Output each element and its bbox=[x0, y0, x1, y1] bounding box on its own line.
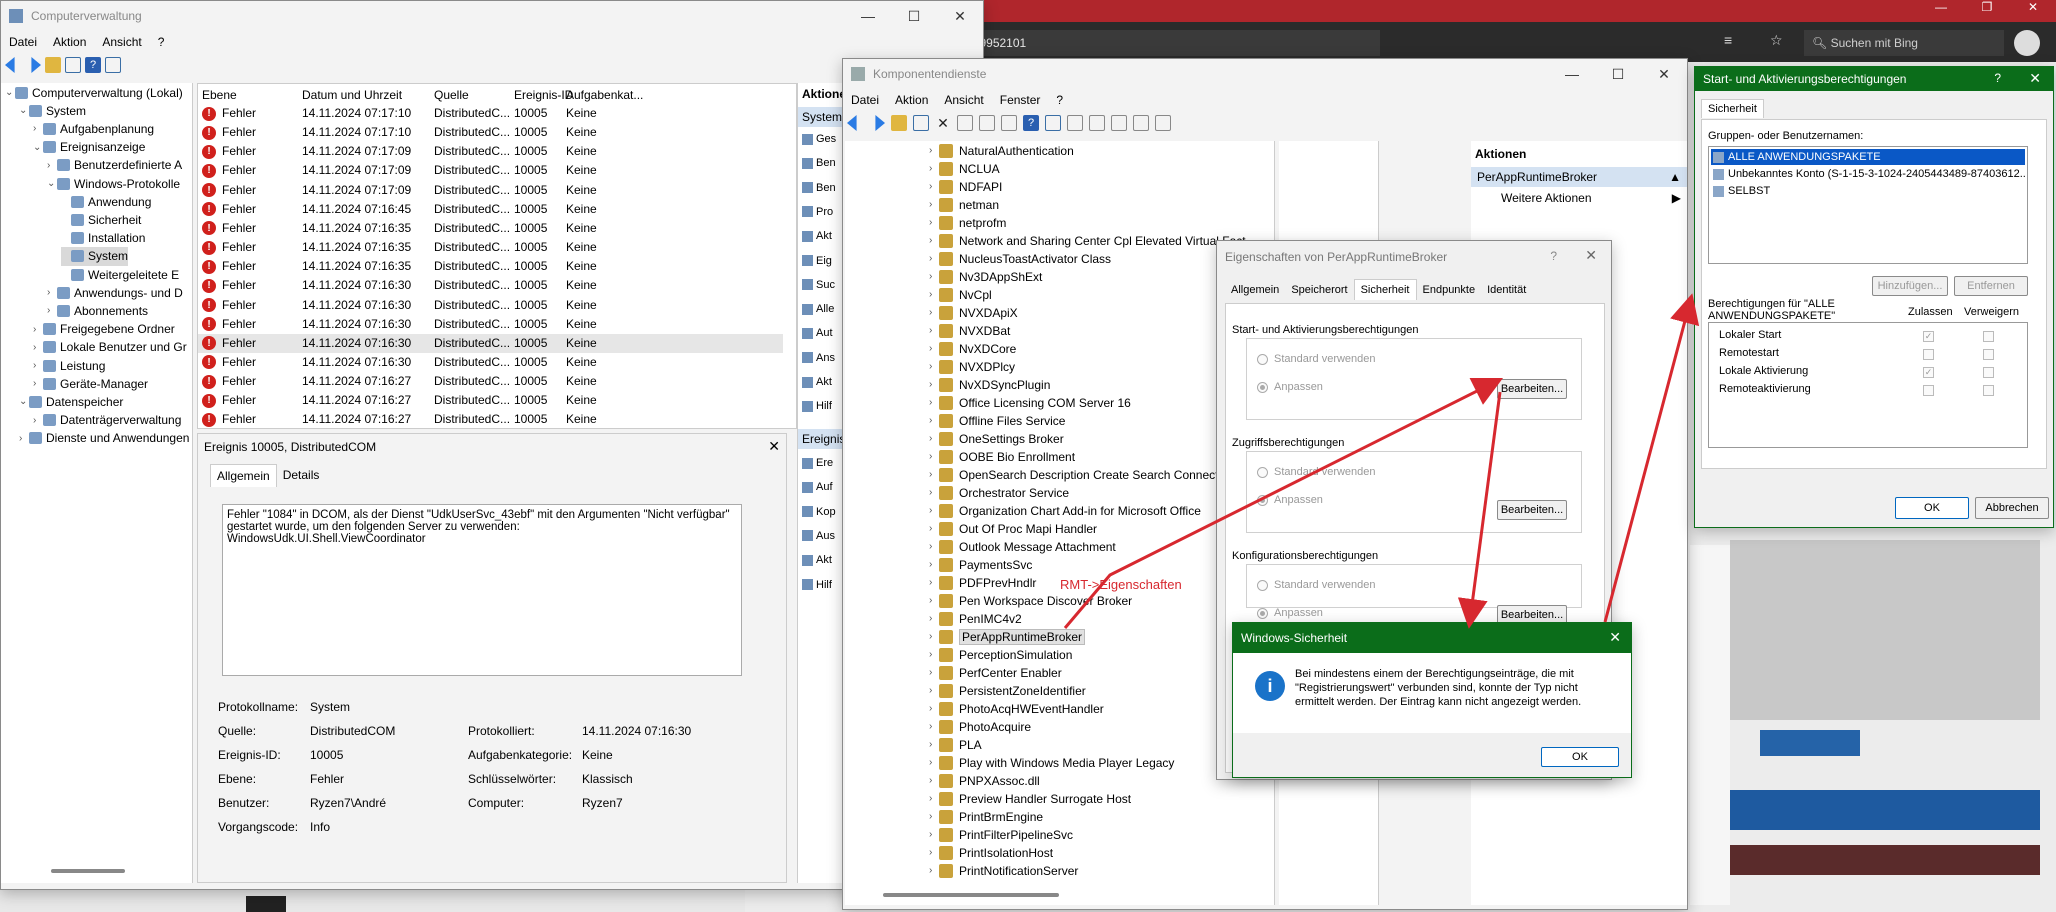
arrow-to-permissions bbox=[1603, 293, 1700, 623]
arrow-to-security bbox=[1457, 391, 1502, 629]
annotation-arrows: RMT->Eigenschaften bbox=[1060, 293, 1700, 629]
annotation-label: RMT->Eigenschaften bbox=[1060, 577, 1182, 592]
